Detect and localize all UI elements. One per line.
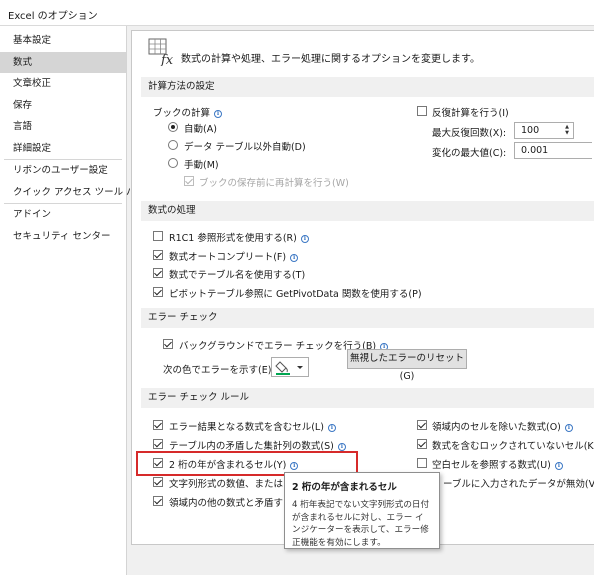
formula-autocomplete-label[interactable]: 数式オートコンプリート(F) i xyxy=(169,249,299,263)
checkbox-rule-inconsistent-table-formula[interactable] xyxy=(153,439,163,449)
checkbox-background-error-checking[interactable] xyxy=(163,339,173,349)
max-change-input[interactable]: 0.001 xyxy=(514,142,592,159)
info-icon: i xyxy=(214,110,223,118)
rule-unlocked-formula-cells-label[interactable]: 数式を含むロックされていないセル(K)i xyxy=(432,438,594,452)
tooltip-body: 4 桁年表記でない文字列形式の日付が含まれるセルに対し、エラー インジケーターを… xyxy=(292,500,430,548)
r1c1-label[interactable]: R1C1 参照形式を使用する(R) i xyxy=(169,230,309,244)
max-iterations-label: 最大反復回数(X): xyxy=(432,128,507,139)
section-working-with-formulas: 数式の処理 xyxy=(141,201,594,221)
section-error-checking: エラー チェック xyxy=(141,308,594,328)
rule-inconsistent-table-formula-label[interactable]: テーブル内の矛盾した集計列の数式(S) i xyxy=(169,438,346,452)
window-title: Excel のオプション xyxy=(8,11,98,22)
sidebar-item-general[interactable]: 基本設定 xyxy=(0,30,126,52)
recalc-before-save-label: ブックの保存前に再計算を行う(W) xyxy=(199,178,349,189)
rule-inconsistent-region-formula-label[interactable]: 領域内の他の数式と矛盾する xyxy=(169,495,293,509)
workbook-calc-label: ブックの計算 i xyxy=(153,105,223,119)
info-icon: i xyxy=(300,235,309,243)
radio-auto-except-tables[interactable] xyxy=(168,140,178,150)
sidebar-item-trust-center[interactable]: セキュリティ センター xyxy=(0,226,126,248)
error-color-swatch xyxy=(276,373,290,375)
rule-numbers-as-text-label[interactable]: 文字列形式の数値、またはアポ xyxy=(169,476,302,490)
reset-ignored-errors-button[interactable]: 無視したエラーのリセット(G) xyxy=(347,349,467,382)
rule-empty-cell-refs-label[interactable]: 空白セルを参照する数式(U) i xyxy=(432,457,563,471)
sidebar-item-advanced[interactable]: 詳細設定 xyxy=(0,138,126,160)
info-icon: i xyxy=(290,462,299,470)
iterative-calc-label[interactable]: 反復計算を行う(I) xyxy=(432,105,509,119)
rule-invalid-table-data-label[interactable]: ーブルに入力されたデータが無効(V)i xyxy=(443,476,594,490)
info-icon: i xyxy=(337,443,346,451)
radio-auto-label[interactable]: 自動(A) xyxy=(184,121,217,135)
checkbox-r1c1[interactable] xyxy=(153,231,163,241)
rule-two-digit-years-label[interactable]: 2 桁の年が含まれるセル(Y) i xyxy=(169,457,299,471)
checkbox-recalc-before-save xyxy=(184,176,194,186)
rule-tooltip: 2 桁の年が含まれるセル 4 桁年表記でない文字列形式の日付が含まれるセルに対し… xyxy=(284,472,440,549)
checkbox-rule-omits-cells[interactable] xyxy=(417,420,427,430)
chevron-down-icon xyxy=(297,366,303,369)
fx-formula-icon: fx xyxy=(148,38,174,66)
checkbox-rule-error-results[interactable] xyxy=(153,420,163,430)
section-calculation: 計算方法の設定 xyxy=(141,77,594,97)
max-iterations-input[interactable]: 100 ▲ ▼ xyxy=(514,122,574,139)
sidebar-item-customize-ribbon[interactable]: リボンのユーザー設定 xyxy=(0,160,126,182)
error-color-label: 次の色でエラーを示す(E): xyxy=(163,365,275,376)
max-change-label: 変化の最大値(C): xyxy=(432,148,507,159)
options-sidebar: 基本設定 数式 文章校正 保存 言語 詳細設定 リボンのユーザー設定 クイック … xyxy=(0,26,145,575)
info-icon: i xyxy=(554,462,563,470)
sidebar-item-save[interactable]: 保存 xyxy=(0,95,126,117)
sidebar-item-quick-access-toolbar[interactable]: クイック アクセス ツール バー xyxy=(0,182,145,204)
formulas-options-panel: fx 数式の計算や処理、エラー処理に関するオプションを変更します。 計算方法の設… xyxy=(131,30,594,545)
getpivotdata-label[interactable]: ピボットテーブル参照に GetPivotData 関数を使用する(P) xyxy=(169,286,422,300)
radio-auto-except-tables-label[interactable]: データ テーブル以外自動(D) xyxy=(184,139,306,153)
rule-error-results-label[interactable]: エラー結果となる数式を含むセル(L) i xyxy=(169,419,336,433)
sidebar-item-addins[interactable]: アドイン xyxy=(0,204,126,226)
checkbox-rule-unlocked-formula-cells[interactable] xyxy=(417,439,427,449)
checkbox-rule-numbers-as-text[interactable] xyxy=(153,477,163,487)
svg-text:fx: fx xyxy=(160,53,174,66)
table-names-label[interactable]: 数式でテーブル名を使用する(T) xyxy=(169,267,305,281)
panel-header: fx 数式の計算や処理、エラー処理に関するオプションを変更します。 xyxy=(148,38,588,66)
checkbox-rule-empty-cell-refs[interactable] xyxy=(417,458,427,468)
checkbox-table-names[interactable] xyxy=(153,268,163,278)
sidebar-item-language[interactable]: 言語 xyxy=(0,116,126,138)
checkbox-iterative-calc[interactable] xyxy=(417,106,427,116)
error-color-picker[interactable] xyxy=(271,357,309,377)
spinner-arrows-icon[interactable]: ▲ ▼ xyxy=(563,124,571,136)
checkbox-rule-inconsistent-region-formula[interactable] xyxy=(153,496,163,506)
radio-auto[interactable] xyxy=(168,122,178,132)
checkbox-getpivotdata[interactable] xyxy=(153,287,163,297)
checkbox-rule-two-digit-years[interactable] xyxy=(153,458,163,468)
radio-manual[interactable] xyxy=(168,158,178,168)
window-titlebar: Excel のオプション xyxy=(0,0,594,26)
dialog-footer xyxy=(131,545,594,575)
section-error-checking-rules: エラー チェック ルール xyxy=(141,388,594,408)
sidebar-item-formulas[interactable]: 数式 xyxy=(0,51,126,73)
max-change-value: 0.001 xyxy=(521,145,549,156)
info-icon: i xyxy=(327,424,336,432)
sidebar-item-proofing[interactable]: 文章校正 xyxy=(0,73,126,95)
paint-bucket-icon xyxy=(275,361,303,375)
panel-header-text: 数式の計算や処理、エラー処理に関するオプションを変更します。 xyxy=(181,54,480,65)
info-icon: i xyxy=(564,424,573,432)
max-iterations-value: 100 xyxy=(521,125,540,136)
radio-manual-label[interactable]: 手動(M) xyxy=(184,157,219,171)
rule-omits-cells-label[interactable]: 領域内のセルを除いた数式(O) i xyxy=(432,419,573,433)
info-icon: i xyxy=(290,254,299,262)
checkbox-formula-autocomplete[interactable] xyxy=(153,250,163,260)
tooltip-title: 2 桁の年が含まれるセル xyxy=(292,482,397,493)
